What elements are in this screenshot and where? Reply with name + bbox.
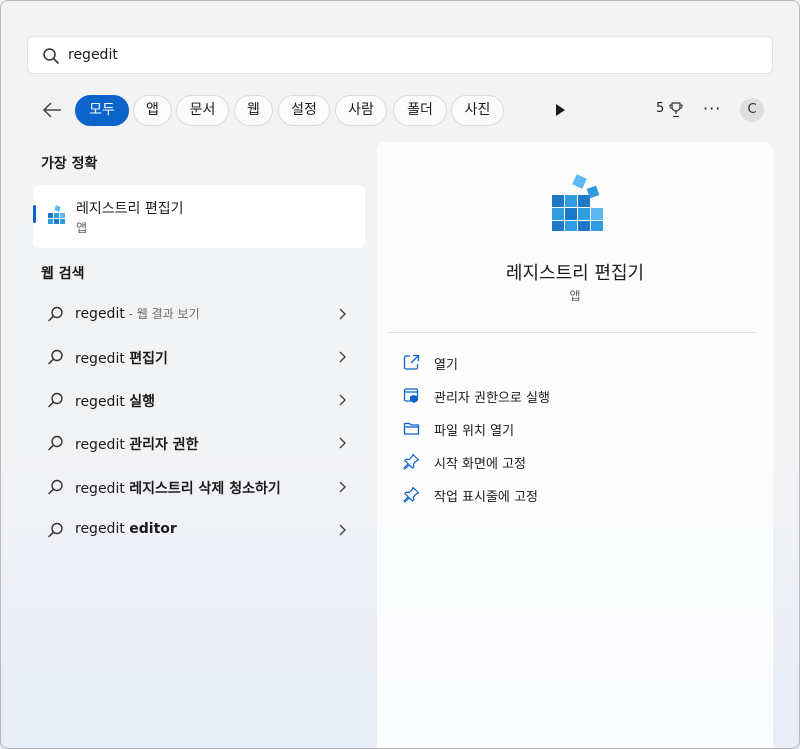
- best-match-heading: 가장 정확: [41, 156, 98, 172]
- action-label: 관리자 권한으로 실행: [434, 391, 550, 406]
- web-search-query: regedit 실행: [75, 394, 156, 410]
- filter-chip-documents[interactable]: 문서: [176, 95, 229, 126]
- action-run-as-admin[interactable]: 관리자 권한으로 실행: [403, 384, 743, 408]
- action-pin-to-taskbar[interactable]: 작업 표시줄에 고정: [403, 483, 743, 507]
- details-panel: 레지스트리 편집기 앱 열기 관리자 권한으로 실행 파일 위치 열기 시작 화…: [377, 142, 773, 748]
- selection-indicator: [33, 205, 36, 223]
- action-open[interactable]: 열기: [403, 351, 743, 375]
- pin-icon: [403, 486, 420, 503]
- divider: [389, 332, 757, 333]
- search-window: regedit 모두 앱 문서 웹 설정 사람 폴더 사진 5 ··· C 가장…: [0, 0, 800, 749]
- chevron-right-icon: [339, 437, 346, 449]
- web-search-item[interactable]: regedit 편집기: [33, 337, 365, 377]
- search-box[interactable]: regedit: [27, 36, 773, 74]
- search-icon: [48, 392, 63, 408]
- app-name: 레지스트리 편집기: [505, 263, 645, 284]
- filter-chip-settings[interactable]: 설정: [278, 95, 330, 126]
- web-search-query: regedit 편집기: [75, 351, 168, 367]
- more-options-icon[interactable]: ···: [703, 99, 721, 118]
- filter-chip-people[interactable]: 사람: [335, 95, 387, 126]
- web-search-query: regedit - 웹 결과 보기: [75, 306, 200, 322]
- action-open-file-location[interactable]: 파일 위치 열기: [403, 417, 743, 441]
- web-search-item[interactable]: regedit editor: [33, 510, 365, 550]
- filter-chip-folders[interactable]: 폴더: [393, 95, 447, 126]
- web-search-heading: 웹 검색: [41, 266, 85, 282]
- search-icon: [48, 522, 63, 538]
- chevron-right-icon: [339, 351, 346, 363]
- folder-open-icon: [403, 422, 420, 435]
- filter-chip-all[interactable]: 모두: [75, 95, 129, 126]
- filter-chip-apps[interactable]: 앱: [133, 95, 172, 126]
- search-icon: [48, 349, 63, 365]
- open-external-icon: [403, 354, 420, 370]
- back-arrow-icon[interactable]: [41, 99, 63, 121]
- registry-editor-icon: [48, 205, 65, 224]
- web-search-item[interactable]: regedit 관리자 권한: [33, 423, 365, 463]
- search-icon: [48, 479, 63, 495]
- best-match-subtitle: 앱: [76, 221, 88, 235]
- chevron-right-icon: [339, 394, 346, 406]
- filter-chip-web[interactable]: 웹: [234, 95, 273, 126]
- trophy-icon[interactable]: [669, 102, 683, 118]
- shield-run-icon: [403, 388, 419, 403]
- web-search-item[interactable]: regedit 레지스트리 삭제 청소하기: [33, 467, 365, 507]
- chevron-right-icon: [339, 481, 346, 493]
- search-icon: [43, 48, 59, 64]
- action-label: 열기: [434, 358, 458, 373]
- action-label: 시작 화면에 고정: [434, 457, 526, 472]
- action-label: 작업 표시줄에 고정: [434, 490, 538, 505]
- app-type: 앱: [569, 289, 581, 303]
- filter-chip-photos[interactable]: 사진: [451, 95, 504, 126]
- search-input[interactable]: regedit: [68, 47, 118, 63]
- play-icon[interactable]: [555, 104, 565, 116]
- avatar[interactable]: C: [740, 98, 764, 122]
- search-icon: [48, 306, 63, 322]
- best-match-item[interactable]: 레지스트리 편집기 앱: [33, 185, 365, 248]
- web-search-item[interactable]: regedit 실행: [33, 380, 365, 420]
- search-icon: [48, 435, 63, 451]
- web-search-query: regedit 레지스트리 삭제 청소하기: [75, 481, 281, 497]
- chevron-right-icon: [339, 308, 346, 320]
- pin-icon: [403, 453, 420, 470]
- web-search-query: regedit 관리자 권한: [75, 437, 199, 453]
- chevron-right-icon: [339, 524, 346, 536]
- web-search-item[interactable]: regedit - 웹 결과 보기: [33, 294, 365, 334]
- rewards-points: 5: [656, 101, 665, 116]
- action-pin-to-start[interactable]: 시작 화면에 고정: [403, 450, 743, 474]
- best-match-title: 레지스트리 편집기: [76, 201, 184, 217]
- registry-editor-icon: [552, 174, 603, 231]
- web-search-query: regedit editor: [75, 521, 177, 537]
- action-label: 파일 위치 열기: [434, 424, 515, 439]
